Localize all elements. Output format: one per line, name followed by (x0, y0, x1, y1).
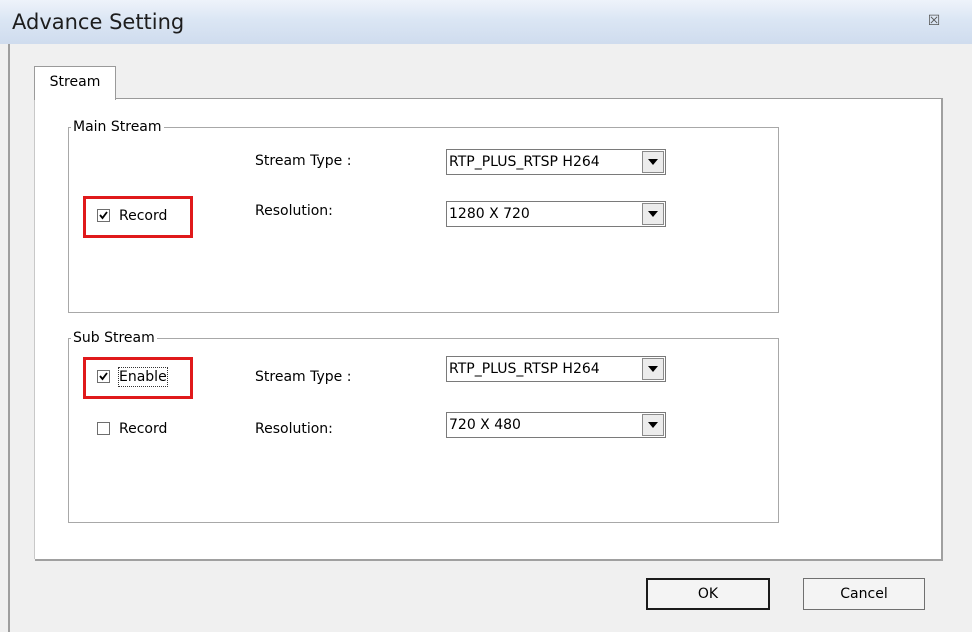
ok-button[interactable]: OK (646, 578, 770, 610)
main-stream-type-label: Stream Type : (255, 153, 352, 169)
chevron-down-icon[interactable] (642, 358, 664, 380)
main-stream-type-select[interactable]: RTP_PLUS_RTSP H264 (446, 149, 666, 175)
cancel-button[interactable]: Cancel (803, 578, 925, 610)
sub-stream-type-value: RTP_PLUS_RTSP H264 (449, 361, 600, 377)
tab-panel-left-border (34, 99, 35, 559)
main-resolution-select[interactable]: 1280 X 720 (446, 201, 666, 227)
sub-stream-type-label: Stream Type : (255, 369, 352, 385)
window-left-edge (8, 44, 10, 632)
sub-resolution-value: 720 X 480 (449, 417, 521, 433)
sub-resolution-label: Resolution: (255, 421, 333, 437)
tab-stream[interactable]: Stream (34, 66, 116, 100)
main-record-checkbox[interactable] (97, 209, 110, 222)
main-stream-type-value: RTP_PLUS_RTSP H264 (449, 154, 600, 170)
sub-record-label[interactable]: Record (119, 420, 167, 438)
sub-enable-label[interactable]: Enable (118, 367, 168, 387)
sub-enable-checkbox[interactable] (97, 370, 110, 383)
chevron-down-icon[interactable] (642, 151, 664, 173)
advance-setting-dialog: Advance Setting ☒ Stream Main Stream Str… (0, 0, 972, 632)
sub-stream-group-label: Sub Stream (71, 329, 157, 347)
title-bar[interactable]: Advance Setting ☒ (0, 0, 972, 44)
main-stream-group-label: Main Stream (71, 118, 164, 136)
stream-tab-panel: Main Stream Stream Type : RTP_PLUS_RTSP … (34, 98, 943, 561)
main-record-label[interactable]: Record (119, 207, 167, 225)
sub-stream-group: Sub Stream Enable Stream Type : RTP_PLUS… (68, 329, 779, 523)
chevron-down-icon[interactable] (642, 414, 664, 436)
close-icon[interactable]: ☒ (920, 10, 948, 32)
main-resolution-label: Resolution: (255, 203, 333, 219)
sub-resolution-select[interactable]: 720 X 480 (446, 412, 666, 438)
dialog-title: Advance Setting (12, 10, 185, 34)
sub-record-checkbox[interactable] (97, 422, 110, 435)
main-resolution-value: 1280 X 720 (449, 206, 530, 222)
sub-stream-type-select[interactable]: RTP_PLUS_RTSP H264 (446, 356, 666, 382)
main-stream-group: Main Stream Stream Type : RTP_PLUS_RTSP … (68, 118, 779, 313)
chevron-down-icon[interactable] (642, 203, 664, 225)
